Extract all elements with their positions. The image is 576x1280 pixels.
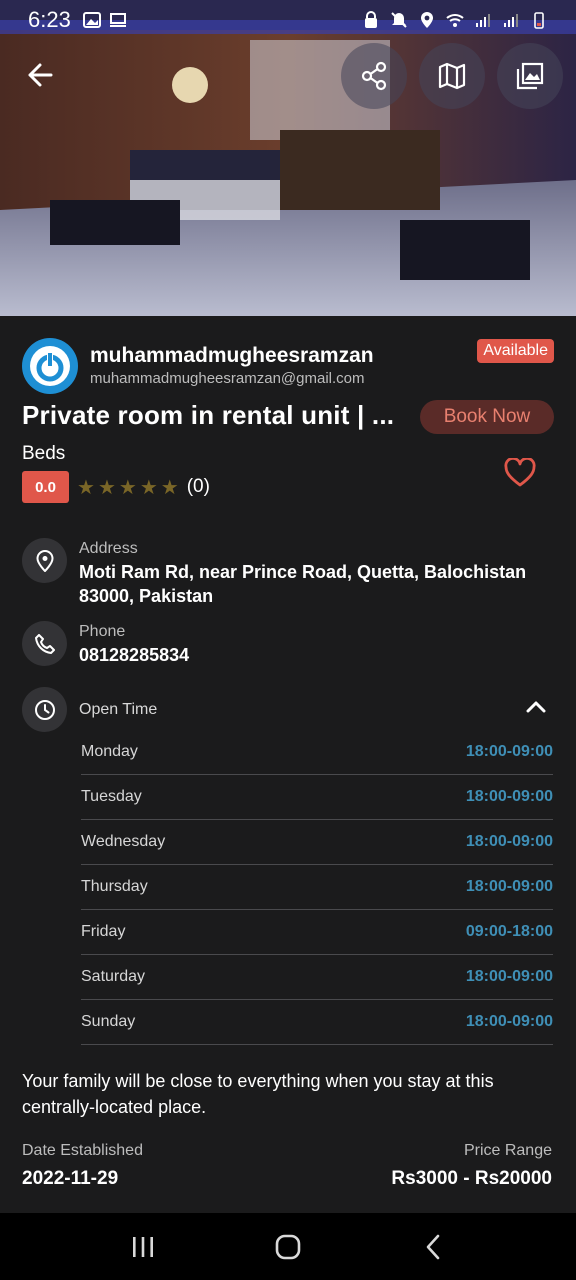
star-icon: ★	[77, 476, 95, 499]
listing-details: muhammadmugheesramzan muhammadmugheesram…	[0, 316, 576, 1213]
heart-icon	[504, 456, 536, 487]
battery-icon	[534, 12, 544, 29]
clock-icon	[34, 699, 55, 720]
owner-name: muhammadmugheesramzan	[90, 344, 374, 367]
hours-time: 18:00-09:00	[465, 878, 553, 895]
date-established-value: 2022-11-29	[22, 1168, 119, 1189]
recent-apps-button[interactable]	[113, 1222, 173, 1272]
lock-icon	[365, 11, 377, 28]
back-button[interactable]	[20, 55, 60, 95]
book-now-button[interactable]: Book Now	[420, 400, 554, 434]
hours-day: Friday	[81, 923, 126, 940]
hours-day: Tuesday	[81, 788, 142, 805]
map-button[interactable]	[419, 43, 485, 109]
rating-row: 0.0 ★ ★ ★ ★ ★ (0)	[22, 471, 210, 503]
hours-time: 18:00-09:00	[465, 833, 553, 850]
screen-icon	[109, 13, 126, 27]
arrow-left-icon	[28, 63, 53, 87]
system-nav-bar	[0, 1213, 576, 1280]
price-range-value: Rs3000 - Rs20000	[391, 1168, 552, 1189]
map-icon	[438, 62, 466, 90]
signal-lte-icon	[504, 14, 518, 27]
room-photo	[0, 0, 576, 316]
phone-number[interactable]: 08128285834	[79, 643, 189, 667]
hours-day: Wednesday	[81, 833, 166, 850]
owner-email: muhammadmugheesramzan@gmail.com	[90, 370, 365, 387]
star-icon: ★	[139, 476, 158, 499]
listing-category: Beds	[22, 443, 66, 464]
star-icon: ★	[118, 476, 137, 499]
hours-day: Monday	[81, 743, 138, 760]
hours-row-tuesday: Tuesday 18:00-09:00	[81, 775, 553, 820]
hours-row-monday: Monday 18:00-09:00	[81, 730, 553, 775]
address-line1: Moti Ram Rd, near Prince Road, Quetta, B…	[79, 562, 527, 582]
phone-icon	[34, 633, 55, 654]
open-time-row[interactable]: Open Time	[22, 687, 157, 732]
hours-row-friday: Friday 09:00-18:00	[81, 910, 553, 955]
address-row[interactable]: Address Moti Ram Rd, near Prince Road, Q…	[22, 538, 526, 608]
status-badge: Available	[477, 339, 554, 363]
gallery-button[interactable]	[497, 43, 563, 109]
price-range-label: Price Range	[463, 1142, 552, 1159]
address-icon-wrap	[22, 538, 67, 583]
location-icon	[421, 12, 433, 28]
hours-time: 18:00-09:00	[465, 743, 553, 760]
hours-time: 18:00-09:00	[465, 1013, 553, 1030]
hero-image: 6:23	[0, 0, 576, 316]
address-line2: 83000, Pakistan	[79, 586, 214, 606]
hours-row-thursday: Thursday 18:00-09:00	[81, 865, 553, 910]
open-time-label: Open Time	[79, 701, 158, 718]
rating-count: (0)	[186, 476, 210, 497]
hours-day: Sunday	[81, 1013, 136, 1030]
listing-description: Your family will be close to everything …	[22, 1071, 494, 1117]
rating-score: 0.0	[22, 471, 69, 503]
listing-title: Private room in rental unit | ...	[22, 400, 395, 430]
star-icon: ★	[160, 476, 179, 499]
phone-label: Phone	[79, 623, 126, 640]
hours-day: Saturday	[81, 968, 146, 985]
home-button[interactable]	[258, 1222, 318, 1272]
favorite-button[interactable]	[504, 456, 536, 493]
chevron-left-icon	[427, 1234, 440, 1259]
power-logo-icon	[30, 346, 70, 386]
status-time: 6:23	[28, 7, 71, 32]
recent-apps-icon	[132, 1236, 153, 1257]
star-rating: ★ ★ ★ ★ ★	[77, 475, 179, 500]
phone-row[interactable]: Phone 08128285834	[22, 621, 189, 667]
share-button[interactable]	[341, 43, 407, 109]
phone-icon-wrap	[22, 621, 67, 666]
hours-row-wednesday: Wednesday 18:00-09:00	[81, 820, 553, 865]
hours-row-saturday: Saturday 18:00-09:00	[81, 955, 553, 1000]
status-bar: 6:23	[0, 0, 576, 40]
signal-icon	[476, 14, 490, 27]
back-nav-button[interactable]	[403, 1222, 463, 1272]
hours-time: 09:00-18:00	[465, 923, 553, 940]
share-icon	[361, 61, 387, 91]
mute-icon	[391, 12, 407, 28]
wifi-icon	[446, 14, 464, 27]
location-pin-icon	[35, 549, 54, 572]
home-icon	[275, 1234, 301, 1259]
date-established-label: Date Established	[22, 1142, 143, 1159]
owner-info[interactable]: muhammadmugheesramzan muhammadmugheesram…	[22, 338, 374, 394]
star-icon: ★	[97, 476, 116, 499]
hours-day: Thursday	[81, 878, 148, 895]
clock-icon-wrap	[22, 687, 67, 732]
avatar	[22, 338, 78, 394]
hours-time: 18:00-09:00	[465, 788, 553, 805]
address-label: Address	[79, 540, 138, 557]
hours-time: 18:00-09:00	[465, 968, 553, 985]
photo-gallery-icon	[516, 62, 544, 90]
chevron-up-icon	[526, 701, 546, 713]
hours-row-sunday: Sunday 18:00-09:00	[81, 1000, 553, 1045]
collapse-hours-button[interactable]	[526, 699, 546, 718]
opening-hours-list: Monday 18:00-09:00 Tuesday 18:00-09:00 W…	[81, 730, 553, 1045]
gallery-icon	[82, 12, 101, 28]
